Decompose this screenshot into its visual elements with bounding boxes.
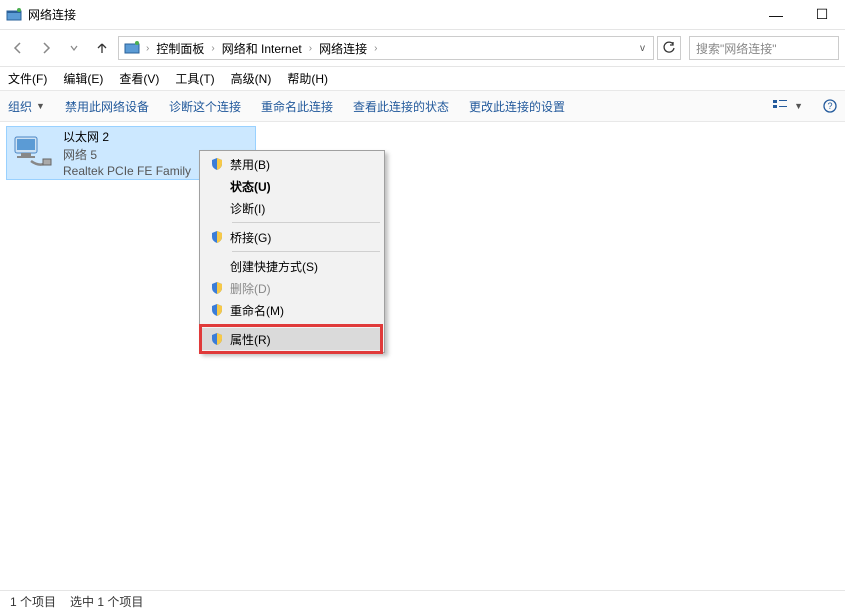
- context-menu-item[interactable]: 状态(U): [202, 175, 382, 197]
- menu-advanced[interactable]: 高级(N): [231, 70, 272, 87]
- no-icon: [210, 259, 224, 273]
- statusbar: 1 个项目 选中 1 个项目: [0, 590, 845, 612]
- toolbar-disable[interactable]: 禁用此网络设备: [65, 98, 149, 115]
- context-menu-item[interactable]: 桥接(G): [202, 226, 382, 248]
- context-menu-label: 诊断(I): [230, 200, 265, 217]
- context-menu-label: 属性(R): [230, 331, 271, 348]
- menu-separator: [232, 222, 380, 223]
- window-title: 网络连接: [28, 6, 753, 23]
- search-placeholder: 搜索"网络连接": [696, 40, 777, 57]
- titlebar: 网络连接 — ☐: [0, 0, 845, 30]
- window-icon: [6, 7, 22, 23]
- minimize-button[interactable]: —: [753, 0, 799, 30]
- help-button[interactable]: ?: [823, 99, 837, 113]
- menu-edit[interactable]: 编辑(E): [63, 70, 103, 87]
- back-button[interactable]: [6, 36, 30, 60]
- connection-text: 以太网 2 网络 5 Realtek PCIe FE Family: [63, 128, 191, 178]
- context-menu-label: 禁用(B): [230, 156, 270, 173]
- search-input[interactable]: 搜索"网络连接": [689, 36, 839, 60]
- no-icon: [210, 179, 224, 193]
- context-menu-label: 重命名(M): [230, 302, 284, 319]
- svg-text:?: ?: [827, 101, 832, 111]
- forward-button[interactable]: [34, 36, 58, 60]
- context-menu-item[interactable]: 禁用(B): [202, 153, 382, 175]
- recent-dropdown[interactable]: [62, 36, 86, 60]
- dropdown-caret-icon: ▼: [794, 101, 803, 111]
- toolbar: 组织 ▼ 禁用此网络设备 诊断这个连接 重命名此连接 查看此连接的状态 更改此连…: [0, 90, 845, 122]
- context-menu-item[interactable]: 创建快捷方式(S): [202, 255, 382, 277]
- chevron-right-icon: ›: [143, 43, 152, 54]
- breadcrumb[interactable]: › 控制面板 › 网络和 Internet › 网络连接 › v: [118, 36, 654, 60]
- context-menu-label: 创建快捷方式(S): [230, 258, 318, 275]
- toolbar-diagnose[interactable]: 诊断这个连接: [169, 98, 241, 115]
- refresh-button[interactable]: [657, 36, 681, 60]
- menu-view[interactable]: 查看(V): [119, 70, 159, 87]
- chevron-right-icon: ›: [306, 43, 315, 54]
- breadcrumb-item[interactable]: 网络连接: [317, 40, 369, 57]
- no-icon: [210, 201, 224, 215]
- menu-help[interactable]: 帮助(H): [287, 70, 328, 87]
- addressbar: › 控制面板 › 网络和 Internet › 网络连接 › v 搜索"网络连接…: [0, 30, 845, 66]
- toolbar-settings[interactable]: 更改此连接的设置: [469, 98, 565, 115]
- dropdown-caret-icon[interactable]: v: [636, 43, 649, 54]
- breadcrumb-item[interactable]: 网络和 Internet: [220, 40, 304, 57]
- dropdown-caret-icon: ▼: [36, 101, 45, 111]
- menu-separator: [232, 324, 380, 325]
- status-item-count: 1 个项目: [10, 593, 56, 610]
- context-menu-item: 删除(D): [202, 277, 382, 299]
- menubar: 文件(F) 编辑(E) 查看(V) 工具(T) 高级(N) 帮助(H): [0, 66, 845, 90]
- chevron-right-icon: ›: [371, 43, 380, 54]
- connection-status: 网络 5: [63, 146, 191, 163]
- chevron-right-icon: ›: [208, 43, 217, 54]
- context-menu-item[interactable]: 诊断(I): [202, 197, 382, 219]
- context-menu-item[interactable]: 重命名(M): [202, 299, 382, 321]
- connection-device: Realtek PCIe FE Family: [63, 164, 191, 178]
- context-menu-item[interactable]: 属性(R): [202, 328, 382, 350]
- context-menu-label: 删除(D): [230, 280, 271, 297]
- breadcrumb-item[interactable]: 控制面板: [154, 40, 206, 57]
- menu-separator: [232, 251, 380, 252]
- organize-button[interactable]: 组织 ▼: [8, 98, 45, 115]
- context-menu: 禁用(B) 状态(U) 诊断(I) 桥接(G) 创建快捷方式(S) 删除(D) 重命名(M)…: [199, 150, 385, 353]
- ethernet-icon: [11, 131, 55, 175]
- context-menu-label: 桥接(G): [230, 229, 271, 246]
- connection-name: 以太网 2: [63, 128, 191, 145]
- context-menu-label: 状态(U): [230, 178, 271, 195]
- content-area: 以太网 2 网络 5 Realtek PCIe FE Family 禁用(B) 状…: [0, 122, 845, 590]
- maximize-button[interactable]: ☐: [799, 0, 845, 30]
- control-panel-icon: [123, 39, 141, 57]
- menu-file[interactable]: 文件(F): [8, 70, 47, 87]
- titlebar-controls: — ☐: [753, 0, 845, 30]
- menu-tools[interactable]: 工具(T): [175, 70, 214, 87]
- up-button[interactable]: [90, 36, 114, 60]
- view-options-button[interactable]: ▼: [772, 98, 803, 114]
- toolbar-rename[interactable]: 重命名此连接: [261, 98, 333, 115]
- status-selected-count: 选中 1 个项目: [70, 593, 143, 610]
- toolbar-status[interactable]: 查看此连接的状态: [353, 98, 449, 115]
